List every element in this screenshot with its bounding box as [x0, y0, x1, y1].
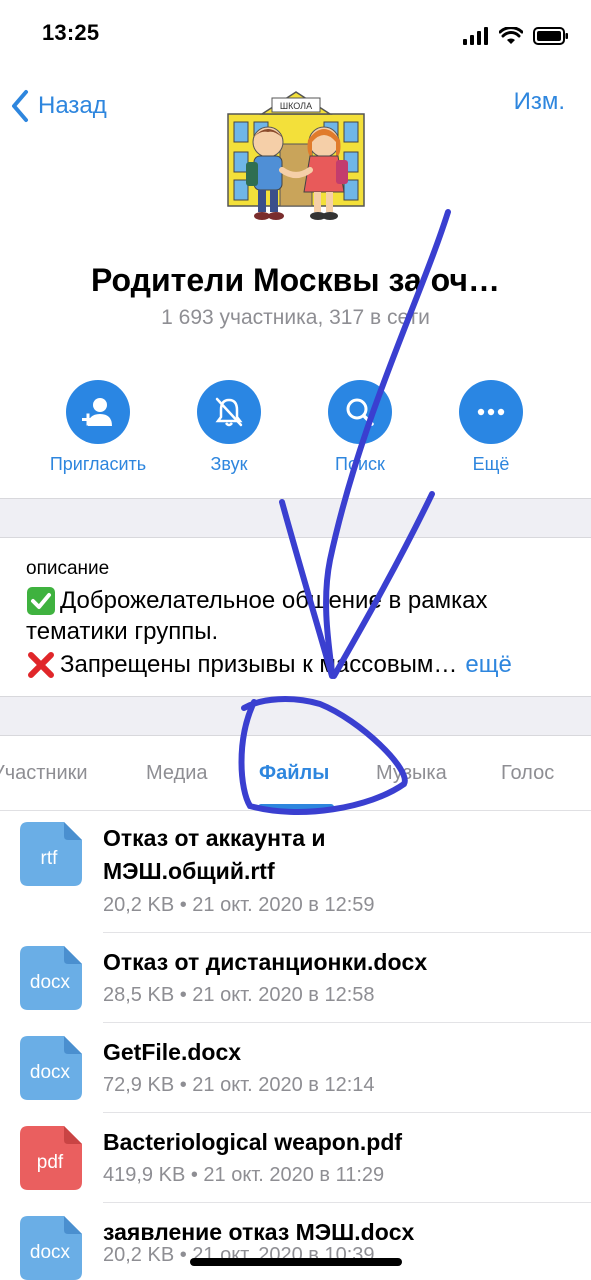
search-button[interactable]: Поиск — [300, 380, 420, 475]
invite-button[interactable]: Пригласить — [38, 380, 158, 475]
file-row[interactable]: docx заявление отказ МЭШ.docx 20,2 KB • … — [0, 1204, 591, 1280]
invite-circle[interactable] — [66, 380, 130, 444]
description-line-1: Доброжелательное общение в рамках — [26, 586, 487, 616]
sound-label: Звук — [210, 454, 248, 474]
search-circle[interactable] — [328, 380, 392, 444]
invite-label: Пригласить — [49, 454, 147, 474]
description-line-3: Запрещены призывы к массовым… ещё — [26, 650, 512, 680]
description-text-1: Доброжелательное общение в рамках — [60, 587, 488, 614]
file-meta: 72,9 KB • 21 окт. 2020 в 12:14 — [103, 1074, 375, 1096]
row-divider — [103, 1112, 591, 1113]
avatar-sign-text: ШКОЛА — [280, 101, 312, 111]
tab-members[interactable]: Участники — [0, 762, 88, 785]
rtf-file-icon: rtf — [20, 822, 82, 886]
file-ext-label: docx — [30, 1242, 71, 1263]
file-name-line-2: МЭШ.общий.rtf — [103, 858, 275, 884]
file-row[interactable]: docx GetFile.docx 72,9 KB • 21 окт. 2020… — [0, 1024, 591, 1112]
description-text-3: Запрещены призывы к массовым… — [60, 651, 458, 678]
back-button[interactable]: Назад — [10, 86, 107, 126]
add-person-icon — [82, 398, 112, 426]
media-tabs: Участники Медиа Файлы Музыка Голос — [0, 736, 591, 811]
status-icons — [463, 24, 569, 48]
file-meta: 28,5 KB • 21 окт. 2020 в 12:58 — [103, 984, 375, 1006]
description-label: описание — [26, 558, 110, 579]
file-row[interactable]: docx Отказ от дистанционки.docx 28,5 KB … — [0, 934, 591, 1022]
more-label: Ещё — [472, 454, 510, 474]
file-row[interactable]: pdf Bacteriological weapon.pdf 419,9 KB … — [0, 1114, 591, 1202]
row-divider — [103, 1022, 591, 1023]
file-meta: 419,9 KB • 21 окт. 2020 в 11:29 — [103, 1164, 385, 1186]
file-ext-label: docx — [30, 1062, 71, 1083]
file-row[interactable]: rtf Отказ от аккаунта и МЭШ.общий.rtf 20… — [0, 818, 591, 932]
docx-file-icon: docx — [20, 946, 82, 1010]
tab-music[interactable]: Музыка — [376, 762, 447, 785]
file-name: Отказ от дистанционки.docx — [103, 949, 428, 975]
file-name: Bacteriological weapon.pdf — [103, 1129, 403, 1155]
edit-button[interactable]: Изм. — [514, 88, 565, 116]
file-ext-label: rtf — [41, 848, 59, 869]
more-icon — [477, 408, 505, 416]
active-tab-indicator — [258, 804, 334, 810]
group-title: Родители Москвы за оч… — [91, 262, 500, 298]
file-name-line-1: Отказ от аккаунта и — [103, 825, 326, 851]
row-divider — [103, 1202, 591, 1203]
pdf-file-icon: pdf — [20, 1126, 82, 1190]
tab-files[interactable]: Файлы — [259, 762, 329, 785]
group-avatar[interactable]: ШКОЛА — [222, 84, 370, 232]
file-name: GetFile.docx — [103, 1039, 242, 1065]
section-separator — [0, 696, 591, 736]
docx-file-icon: docx — [20, 1036, 82, 1100]
row-divider — [103, 932, 591, 933]
check-mark-icon — [27, 587, 55, 615]
sound-button[interactable]: Звук — [169, 380, 289, 475]
wifi-icon — [499, 27, 523, 44]
description-line-2: тематики группы. — [26, 618, 218, 646]
signal-icon — [463, 27, 488, 45]
group-member-count: 1 693 участника, 317 в сети — [161, 306, 430, 329]
tab-media[interactable]: Медиа — [146, 762, 208, 785]
sound-circle[interactable] — [197, 380, 261, 444]
cross-mark-icon — [28, 652, 54, 678]
more-button[interactable]: Ещё — [431, 380, 551, 475]
description-more-link[interactable]: ещё — [465, 651, 511, 679]
file-ext-label: docx — [30, 972, 71, 993]
home-indicator[interactable] — [190, 1258, 402, 1266]
tab-voice[interactable]: Голос — [501, 762, 554, 785]
back-label: Назад — [38, 92, 107, 119]
section-separator — [0, 498, 591, 538]
docx-file-icon: docx — [20, 1216, 82, 1280]
file-ext-label: pdf — [37, 1152, 64, 1173]
battery-icon — [533, 27, 568, 45]
chevron-left-icon — [12, 90, 28, 122]
search-label: Поиск — [335, 454, 385, 474]
file-meta: 20,2 KB • 21 окт. 2020 в 12:59 — [103, 894, 375, 916]
status-time: 13:25 — [42, 20, 100, 45]
bell-muted-icon — [215, 397, 243, 427]
description-text-2: тематики группы. — [26, 618, 219, 645]
more-circle[interactable] — [459, 380, 523, 444]
search-icon — [346, 398, 374, 426]
